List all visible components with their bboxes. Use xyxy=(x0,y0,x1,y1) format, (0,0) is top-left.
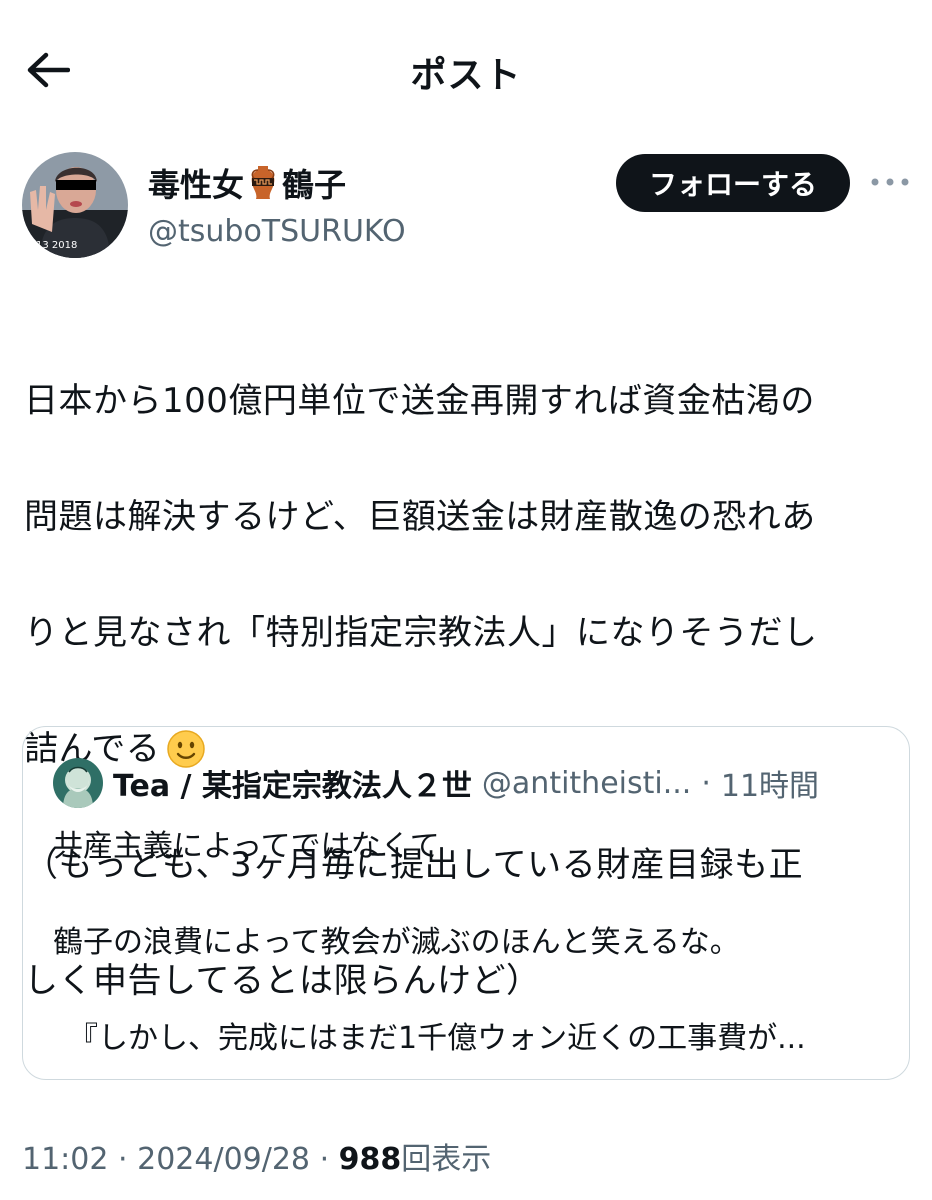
quoted-text: 共産主義によってではなくて 鶴子の浪費によって教会が滅ぶのほんと笑えるな。 『し… xyxy=(53,823,893,1063)
follow-button[interactable]: フォローする xyxy=(616,154,850,212)
quoted-line-2: 鶴子の浪費によって教会が滅ぶのほんと笑えるな。 xyxy=(53,925,740,960)
more-horizontal-icon xyxy=(871,178,909,186)
quoted-handle[interactable]: @antitheisti... xyxy=(482,766,691,801)
post-time[interactable]: 11:02 xyxy=(22,1142,108,1177)
quoted-avatar[interactable] xyxy=(53,758,103,808)
quoted-display-name[interactable]: Tea / 某指定宗教法人２世 xyxy=(113,761,472,805)
quoted-post-header: Tea / 某指定宗教法人２世 @antitheisti... · 11時間 xyxy=(53,757,893,809)
post-date[interactable]: 2024/09/28 xyxy=(137,1142,310,1177)
post-line-2: 問題は解決するけど、巨額送金は財産散逸の恐れあ xyxy=(24,497,816,537)
view-count: 988 xyxy=(338,1142,402,1177)
avatar-caption: 13 2018 xyxy=(36,240,77,251)
display-name-suffix: 鶴子 xyxy=(282,166,347,204)
display-name-text: 毒性女 xyxy=(148,166,245,204)
page-title: ポスト xyxy=(410,55,522,96)
meta-separator: · xyxy=(319,1142,330,1177)
view-count-label: 回表示 xyxy=(401,1142,492,1177)
author-handle[interactable]: @tsuboTSURUKO xyxy=(148,214,406,249)
avatar[interactable]: 13 2018 xyxy=(22,152,128,258)
quoted-line-3: 『しかし、完成にはまだ1千億ウォン近くの工事費が... xyxy=(53,1021,806,1056)
author-row: 13 2018 毒性女 鶴子 @tsuboTSURUKO フォローする xyxy=(22,150,912,260)
quoted-post[interactable]: Tea / 某指定宗教法人２世 @antitheisti... · 11時間 共… xyxy=(22,726,910,1080)
post-line-3: りと見なされ「特別指定宗教法人」になりそうだし xyxy=(24,613,818,653)
quoted-line-gap xyxy=(53,871,893,919)
quoted-separator: · xyxy=(701,765,711,801)
more-button[interactable] xyxy=(868,160,912,204)
amphora-emoji xyxy=(251,166,275,199)
author-names: 毒性女 鶴子 @tsuboTSURUKO xyxy=(148,160,406,249)
quoted-line-gap xyxy=(53,967,893,1015)
top-bar: ポスト xyxy=(0,0,932,140)
quoted-line-1: 共産主義によってではなくて xyxy=(53,829,440,864)
display-name[interactable]: 毒性女 鶴子 xyxy=(148,160,406,206)
post-line-1: 日本から100億円単位で送金再開すれば資金枯渇の xyxy=(24,381,815,421)
quoted-time[interactable]: 11時間 xyxy=(721,761,819,805)
post-meta: 11:02 · 2024/09/28 · 988回表示 xyxy=(22,1134,491,1178)
meta-separator: · xyxy=(118,1142,128,1177)
